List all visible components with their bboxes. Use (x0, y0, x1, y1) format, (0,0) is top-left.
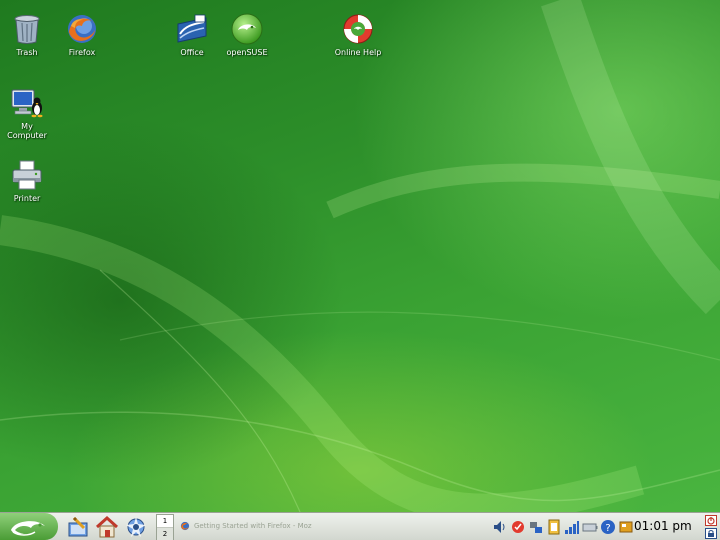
signal-icon[interactable] (564, 518, 580, 536)
trash-label: Trash (16, 48, 38, 57)
help-icon[interactable]: ? (600, 518, 616, 536)
firefox-icon (68, 15, 96, 43)
firefox-desktop-icon[interactable]: Firefox (54, 12, 110, 57)
desktop-pager: 1 2 (156, 514, 174, 540)
volume-icon[interactable] (492, 518, 508, 536)
klipper-icon[interactable] (546, 518, 562, 536)
office-desktop-icon[interactable]: Office (164, 12, 220, 57)
logout-icon[interactable] (705, 515, 717, 526)
my-computer-label: My Computer (7, 122, 47, 140)
wallpaper-curves (0, 0, 720, 512)
system-tray: ? (492, 516, 634, 538)
firefox-icon (180, 521, 190, 531)
desktop[interactable]: Trash Firefox Office openSUSE Online Hel… (0, 0, 720, 512)
office-icon (177, 14, 207, 43)
task-label: Getting Started with Firefox - Moz (194, 522, 312, 530)
opensuse-icon (231, 13, 263, 45)
my-computer-desktop-icon[interactable]: My Computer (0, 86, 55, 140)
trash-icon (14, 15, 40, 44)
svg-text:?: ? (605, 523, 610, 534)
help-lifebuoy-icon (343, 14, 373, 44)
update-icon[interactable] (510, 518, 526, 536)
printer-label: Printer (13, 194, 41, 203)
computer-icon (11, 89, 43, 118)
start-menu-button[interactable] (0, 513, 58, 540)
konqueror-icon[interactable] (124, 515, 148, 539)
opensuse-desktop-icon[interactable]: openSUSE (219, 12, 275, 57)
opensuse-gecko-icon (11, 520, 45, 536)
network-icon[interactable] (528, 518, 544, 536)
taskbar: 1 2 Getting Started with Firefox - Moz ?… (0, 512, 720, 540)
office-label: Office (180, 48, 204, 57)
home-folder-icon[interactable] (95, 515, 119, 539)
lock-screen-icon[interactable] (705, 528, 717, 539)
suse-hardware-icon[interactable] (618, 518, 634, 536)
printer-desktop-icon[interactable]: Printer (0, 158, 55, 203)
online-help-label: Online Help (334, 48, 382, 57)
opensuse-label: openSUSE (226, 48, 268, 57)
pager-desktop-1[interactable]: 1 (157, 515, 173, 527)
battery-icon[interactable] (582, 518, 598, 536)
printer-icon (12, 160, 42, 190)
pager-desktop-2[interactable]: 2 (157, 527, 173, 540)
firefox-label: Firefox (68, 48, 96, 57)
task-button-firefox[interactable]: Getting Started with Firefox - Moz (178, 514, 318, 538)
clock[interactable]: 01:01 pm (634, 513, 692, 540)
control-center-icon[interactable] (66, 515, 90, 539)
trash-desktop-icon[interactable]: Trash (0, 12, 55, 57)
online-help-desktop-icon[interactable]: Online Help (330, 12, 386, 57)
